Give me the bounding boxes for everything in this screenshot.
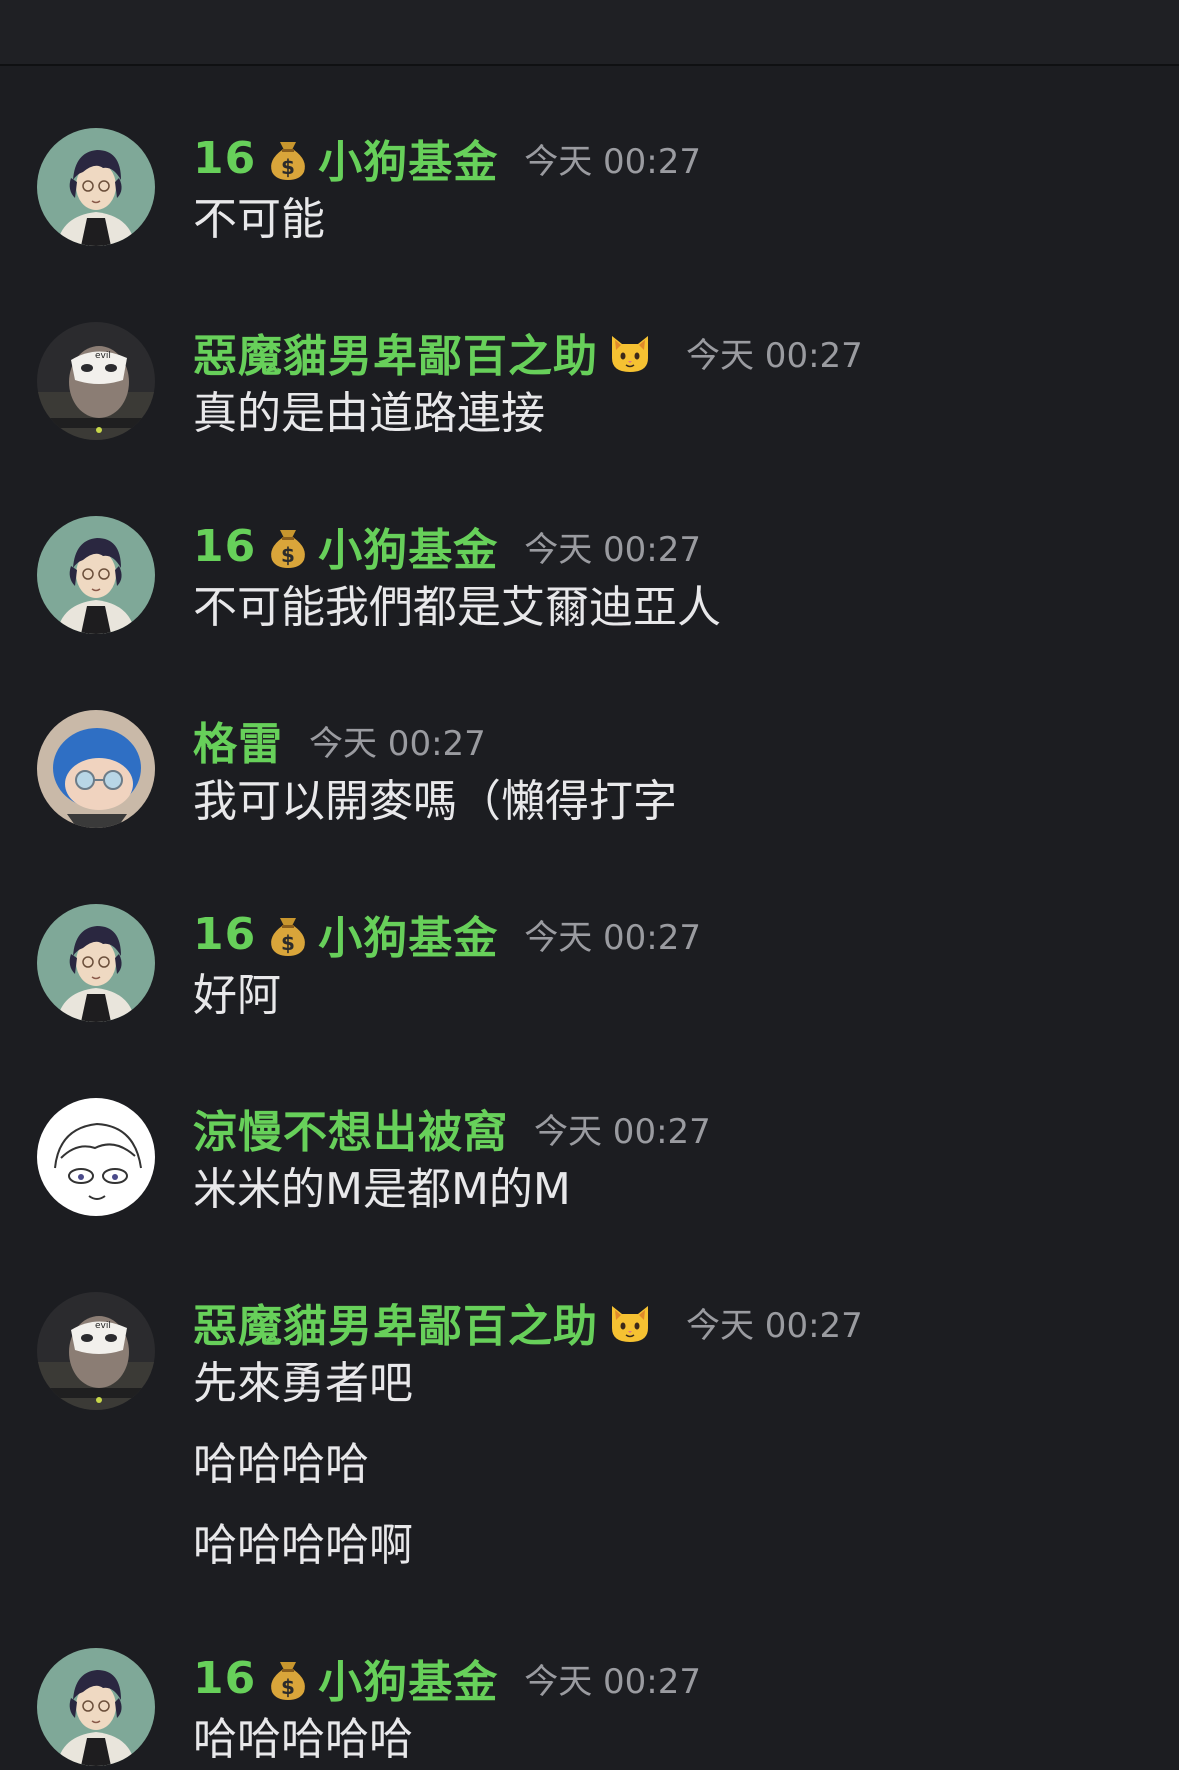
- avatar[interactable]: [37, 904, 155, 1022]
- message-header: 16 小狗基金 今天 00:27: [193, 902, 702, 966]
- message-header: 格雷 今天 00:27: [193, 710, 486, 770]
- username[interactable]: 涼慢不想出被窩: [193, 1096, 508, 1160]
- username[interactable]: 16: [193, 1653, 256, 1704]
- cat-face-icon: [606, 1298, 654, 1346]
- avatar[interactable]: [37, 1098, 155, 1216]
- money-bag-icon: [264, 522, 312, 570]
- avatar[interactable]: [37, 322, 155, 440]
- avatar[interactable]: [37, 1648, 155, 1766]
- top-bar: [0, 0, 1179, 66]
- message-header: 惡魔貓男卑鄙百之助 今天 00:27: [193, 322, 863, 382]
- message-header: 16 小狗基金 今天 00:27: [193, 126, 702, 190]
- username[interactable]: 惡魔貓男卑鄙百之助: [193, 320, 598, 384]
- timestamp: 今天 00:27: [686, 335, 863, 376]
- message-text: 米米的M是都M的M: [193, 1164, 571, 1215]
- username[interactable]: 格雷: [193, 708, 283, 772]
- message-text: 先來勇者吧: [193, 1358, 413, 1409]
- avatar[interactable]: [37, 516, 155, 634]
- username[interactable]: 16: [193, 909, 256, 960]
- money-bag-icon: [264, 1654, 312, 1702]
- timestamp: 今天 00:27: [524, 141, 702, 182]
- timestamp: 今天 00:27: [309, 723, 486, 764]
- timestamp: 今天 00:27: [686, 1305, 863, 1346]
- username[interactable]: 16: [193, 133, 256, 184]
- message-text: 哈哈哈哈: [193, 1439, 369, 1490]
- username[interactable]: 惡魔貓男卑鄙百之助: [193, 1290, 598, 1354]
- money-bag-icon: [264, 910, 312, 958]
- message-text: 哈哈哈哈啊: [193, 1520, 413, 1571]
- username-suffix[interactable]: 小狗基金: [318, 514, 498, 578]
- timestamp: 今天 00:27: [524, 1661, 702, 1702]
- avatar[interactable]: [37, 128, 155, 246]
- cat-face-icon: [606, 328, 654, 376]
- money-bag-icon: [264, 134, 312, 182]
- avatar[interactable]: [37, 1292, 155, 1410]
- message-header: 16 小狗基金 今天 00:27: [193, 1646, 702, 1710]
- message-text: 不可能我們都是艾爾迪亞人: [193, 582, 721, 633]
- username-suffix[interactable]: 小狗基金: [318, 902, 498, 966]
- message-header: 惡魔貓男卑鄙百之助 今天 00:27: [193, 1292, 863, 1352]
- message-header: 涼慢不想出被窩 今天 00:27: [193, 1098, 711, 1158]
- message-text: 我可以開麥嗎（懶得打字: [193, 776, 677, 827]
- username-suffix[interactable]: 小狗基金: [318, 1646, 498, 1710]
- timestamp: 今天 00:27: [524, 529, 702, 570]
- timestamp: 今天 00:27: [534, 1111, 711, 1152]
- message-text: 哈哈哈哈哈: [193, 1714, 413, 1765]
- username-suffix[interactable]: 小狗基金: [318, 126, 498, 190]
- message-header: 16 小狗基金 今天 00:27: [193, 514, 702, 578]
- avatar[interactable]: [37, 710, 155, 828]
- username[interactable]: 16: [193, 521, 256, 572]
- message-text: 真的是由道路連接: [193, 388, 545, 439]
- timestamp: 今天 00:27: [524, 917, 702, 958]
- message-text: 不可能: [193, 194, 325, 245]
- message-text: 好阿: [193, 970, 281, 1021]
